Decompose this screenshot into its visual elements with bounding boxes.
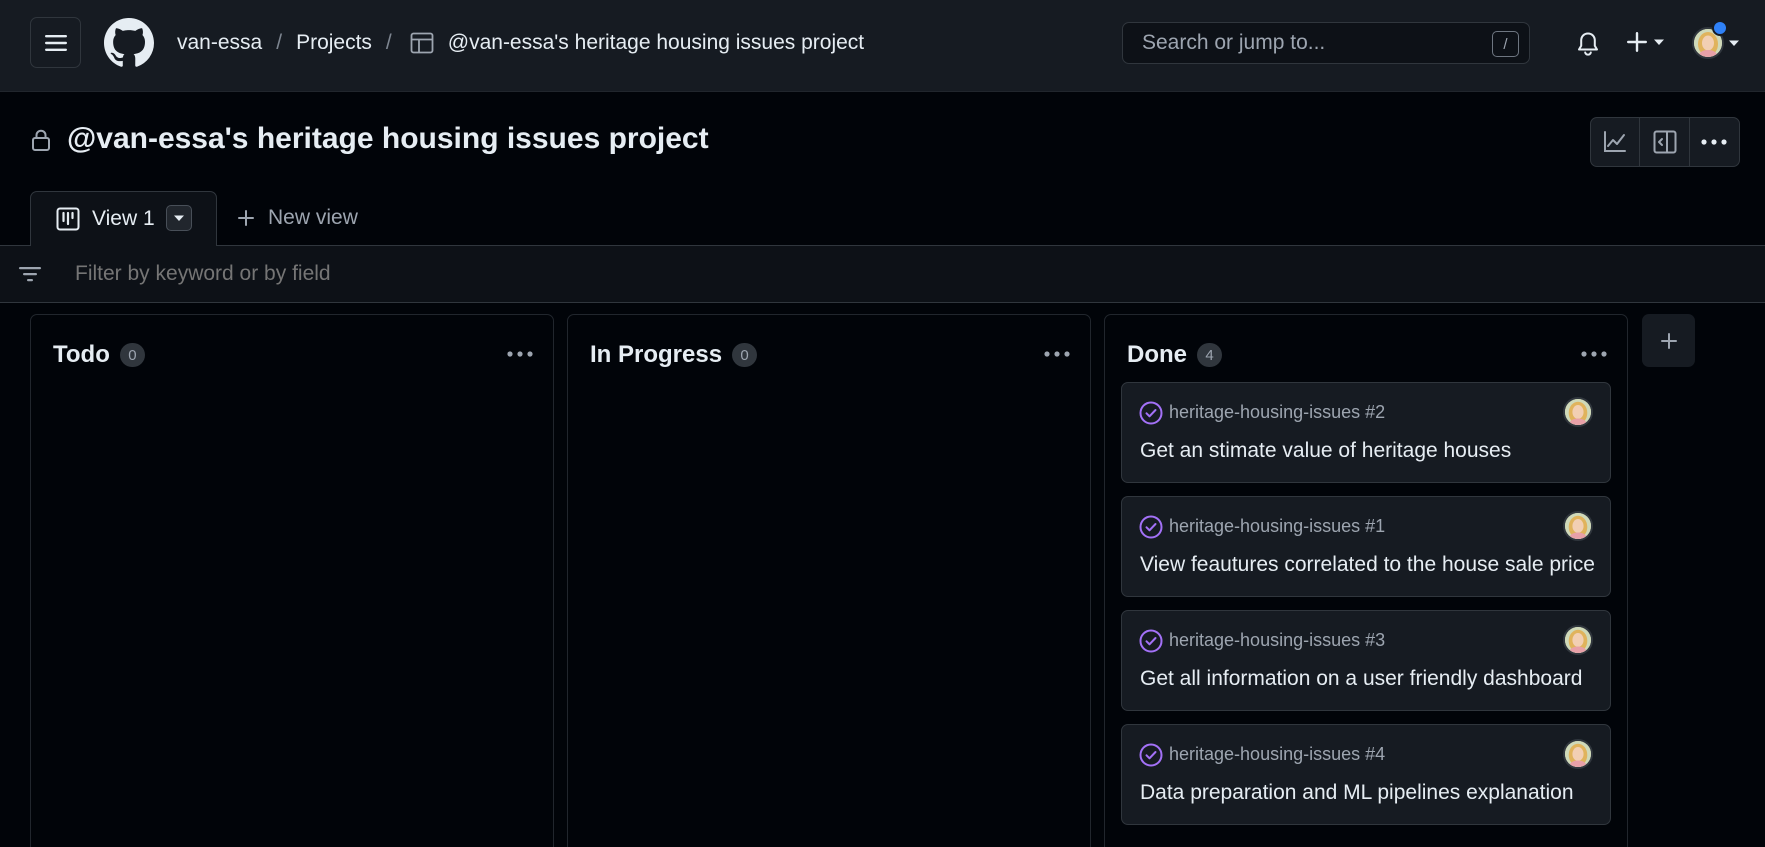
column-header: In Progress 0 [590,341,758,369]
breadcrumb: van-essa / Projects / @van-essa's herita… [177,28,864,58]
column-header: Done 4 [1127,341,1222,369]
create-new-button[interactable] [1626,31,1665,53]
issue-reference[interactable]: heritage-housing-issues #2 [1169,402,1385,423]
card-title[interactable]: Data preparation and ML pipelines explan… [1140,781,1574,805]
github-logo-icon[interactable] [104,18,154,68]
global-header: van-essa / Projects / @van-essa's herita… [0,0,1765,92]
assignee-avatar[interactable] [1563,397,1593,427]
project-actions [1590,117,1740,167]
column-count-badge: 0 [119,343,145,367]
board-column-in-progress: In Progress 0 [567,314,1091,847]
issue-closed-icon [1139,401,1163,425]
triangle-down-icon [1729,40,1739,46]
column-count-badge: 4 [1197,343,1222,367]
board-card[interactable]: heritage-housing-issues #3 Get all infor… [1121,610,1611,711]
column-menu-button[interactable] [1581,351,1607,357]
board-column-todo: Todo 0 [30,314,554,847]
kebab-horizontal-icon [1581,351,1607,357]
more-options-button[interactable] [1690,118,1739,166]
plus-icon [238,210,254,226]
bell-icon [1578,32,1598,56]
new-view-button[interactable]: New view [237,206,358,230]
sidebar-expand-icon [1653,130,1677,154]
issue-closed-icon [1139,629,1163,653]
column-menu-button[interactable] [1044,351,1070,357]
issue-reference[interactable]: heritage-housing-issues #1 [1169,516,1385,537]
issue-closed-icon [1139,515,1163,539]
kebab-horizontal-icon [1701,139,1727,145]
kebab-horizontal-icon [507,351,533,357]
column-title: In Progress [590,341,723,368]
page-title: @van-essa's heritage housing issues proj… [67,122,709,155]
board-column-done: Done 4 heritage-housing-issues #2 Get an… [1104,314,1628,847]
triangle-down-icon [1654,39,1664,45]
breadcrumb-projects[interactable]: Projects [296,31,372,55]
filter-bar [0,246,1765,303]
search-placeholder: Search or jump to... [1142,31,1326,54]
search-input[interactable]: Search or jump to... / [1122,22,1530,64]
assignee-avatar[interactable] [1563,739,1593,769]
board-card[interactable]: heritage-housing-issues #1 View feauture… [1121,496,1611,597]
plus-icon [1660,332,1677,349]
filter-input[interactable] [75,262,675,286]
issue-reference[interactable]: heritage-housing-issues #4 [1169,744,1385,765]
breadcrumb-separator: / [276,31,283,54]
menu-button[interactable] [30,17,81,68]
breadcrumb-project[interactable]: @van-essa's heritage housing issues proj… [448,31,864,55]
triangle-down-icon [174,215,184,221]
notifications-button[interactable] [1576,31,1600,57]
board-card[interactable]: heritage-housing-issues #2 Get an stimat… [1121,382,1611,483]
lock-icon [32,129,50,151]
notification-indicator [1712,20,1728,36]
card-title[interactable]: Get all information on a user friendly d… [1140,667,1582,691]
breadcrumb-owner[interactable]: van-essa [177,31,262,55]
assignee-avatar[interactable] [1563,511,1593,541]
filter-icon [19,267,41,282]
new-view-label: New view [268,206,358,229]
card-title[interactable]: View feautures correlated to the house s… [1140,553,1595,577]
board-card[interactable]: heritage-housing-issues #4 Data preparat… [1121,724,1611,825]
side-panel-button[interactable] [1640,118,1690,166]
column-title: Todo [53,341,110,368]
column-header: Todo 0 [53,341,145,369]
table-icon [410,32,434,54]
column-title: Done [1127,341,1187,368]
issue-closed-icon [1139,743,1163,767]
search-shortcut-key: / [1492,31,1519,57]
assignee-avatar[interactable] [1563,625,1593,655]
card-title[interactable]: Get an stimate value of heritage houses [1140,439,1511,463]
add-column-button[interactable] [1642,314,1695,367]
breadcrumb-separator: / [385,31,392,54]
column-menu-button[interactable] [507,351,533,357]
tab-label: View 1 [92,207,155,230]
project-board-icon [56,207,80,231]
graph-icon [1604,131,1627,152]
view-options-button[interactable] [166,205,192,231]
column-count-badge: 0 [732,343,758,367]
tab-view-1[interactable]: View 1 [30,191,217,247]
insights-button[interactable] [1591,118,1641,166]
kebab-horizontal-icon [1044,351,1070,357]
plus-icon [1627,32,1647,52]
hamburger-icon [44,34,67,51]
issue-reference[interactable]: heritage-housing-issues #3 [1169,630,1385,651]
